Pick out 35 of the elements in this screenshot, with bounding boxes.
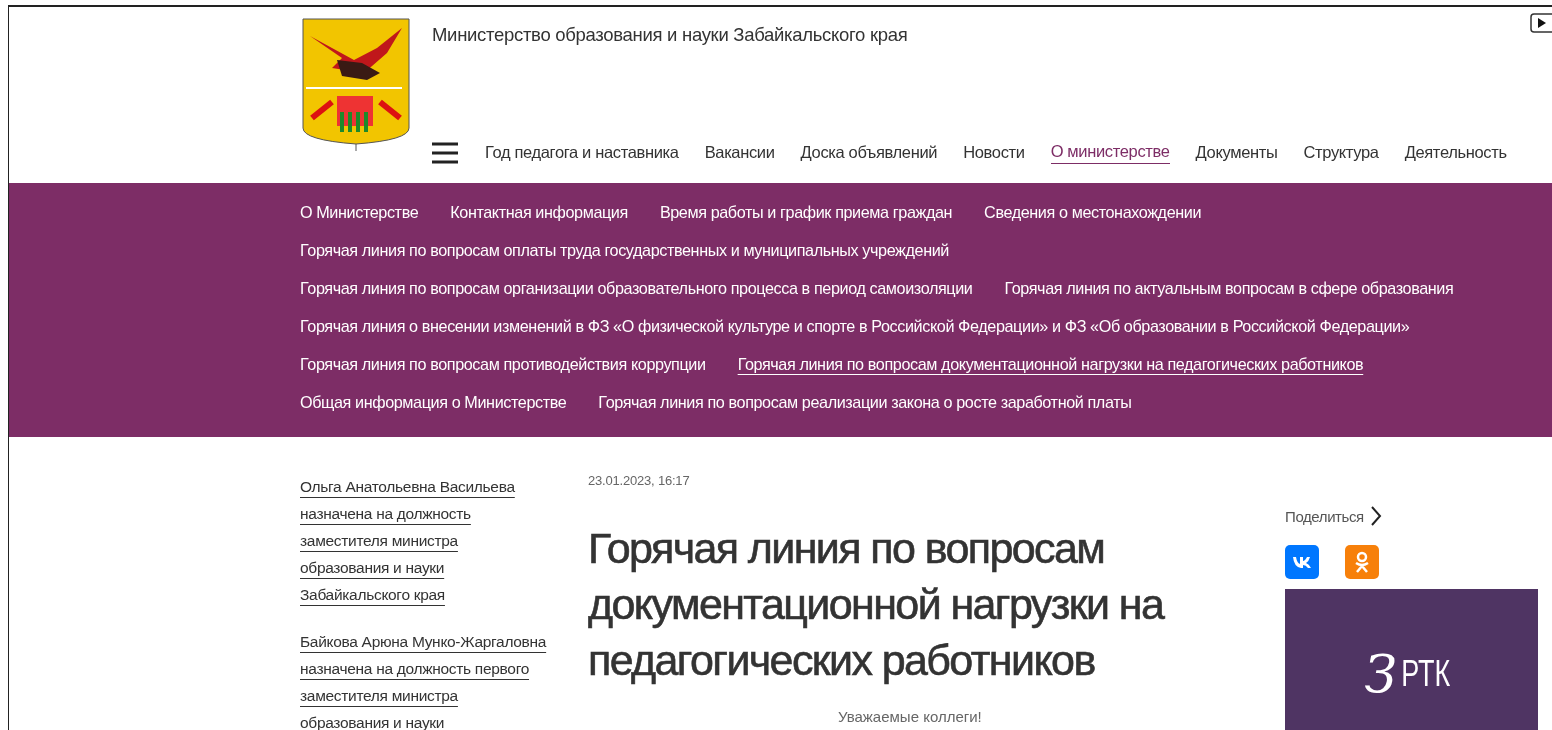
vk-share-icon[interactable] xyxy=(1285,545,1319,579)
publish-date: 23.01.2023, 16:17 xyxy=(588,473,691,488)
nav-link[interactable]: Деятельность xyxy=(1404,142,1507,164)
chevron-right-icon[interactable] xyxy=(1369,505,1382,527)
submenu-link[interactable]: Общая информация о Министерстве xyxy=(300,393,567,415)
nav-link[interactable]: Документы xyxy=(1195,142,1278,164)
submenu-link[interactable]: Контактная информация xyxy=(450,203,628,225)
submenu-link[interactable]: Горячая линия по вопросам противодействия коррупции xyxy=(300,355,706,377)
submenu-link[interactable]: Горячая линия по вопросам оплаты труда государственных и муниципальных учреждений xyxy=(300,241,949,263)
submenu-link[interactable]: О Министерстве xyxy=(300,203,419,225)
greeting-text: Уважаемые коллеги! xyxy=(838,708,983,725)
ministry-title: Министерство образования и науки Забайкальского края xyxy=(432,24,909,46)
banner-logo-text: РТК xyxy=(1401,653,1451,695)
submenu-link[interactable]: Время работы и график приема граждан xyxy=(659,203,953,225)
nav-link[interactable]: Доска объявлений xyxy=(800,142,938,164)
submenu-link[interactable]: Горячая линия по вопросам документационной нагрузки на педагогических работников xyxy=(737,355,1364,377)
play-icon[interactable] xyxy=(1530,13,1552,33)
submenu-link[interactable]: Горячая линия по вопросам реализации закона о росте заработной платы xyxy=(598,393,1132,415)
submenu-link[interactable]: Сведения о местонахождении xyxy=(984,203,1202,225)
menu-icon[interactable] xyxy=(432,142,458,164)
share-label: Поделиться xyxy=(1285,507,1364,525)
submenu-link[interactable]: Горячая линия по актуальным вопросам в сфере образования xyxy=(1004,279,1454,301)
ok-share-icon[interactable] xyxy=(1345,545,1379,579)
news-link[interactable]: Ольга Анатольевна Васильева назначена на должность заместителя министра образования и науки Забайкальского края xyxy=(300,473,550,608)
nav-link[interactable]: Вакансии xyxy=(704,142,775,164)
submenu-link[interactable]: Горячая линия о внесении изменений в ФЗ «О физической культуре и спорте в Российской Федерации» и ФЗ «Об образовании в Российской Федерации» xyxy=(300,317,1410,339)
submenu-link[interactable]: Горячая линия по вопросам организации образовательного процесса в период самоизоляции xyxy=(300,279,973,301)
nav-link[interactable]: Новости xyxy=(963,142,1025,164)
banner-ad[interactable]: З РТК xyxy=(1285,589,1538,730)
nav-link[interactable]: О министерстве xyxy=(1050,142,1170,164)
nav-link[interactable]: Структура xyxy=(1303,142,1379,164)
nav-link[interactable]: Год педагога и наставника xyxy=(485,142,679,164)
article-title: Горячая линия по вопросам документационной нагрузки на педагогических работников xyxy=(588,523,1166,686)
banner-logo-mark: З xyxy=(1364,644,1397,704)
coat-of-arms-logo[interactable] xyxy=(302,18,410,152)
